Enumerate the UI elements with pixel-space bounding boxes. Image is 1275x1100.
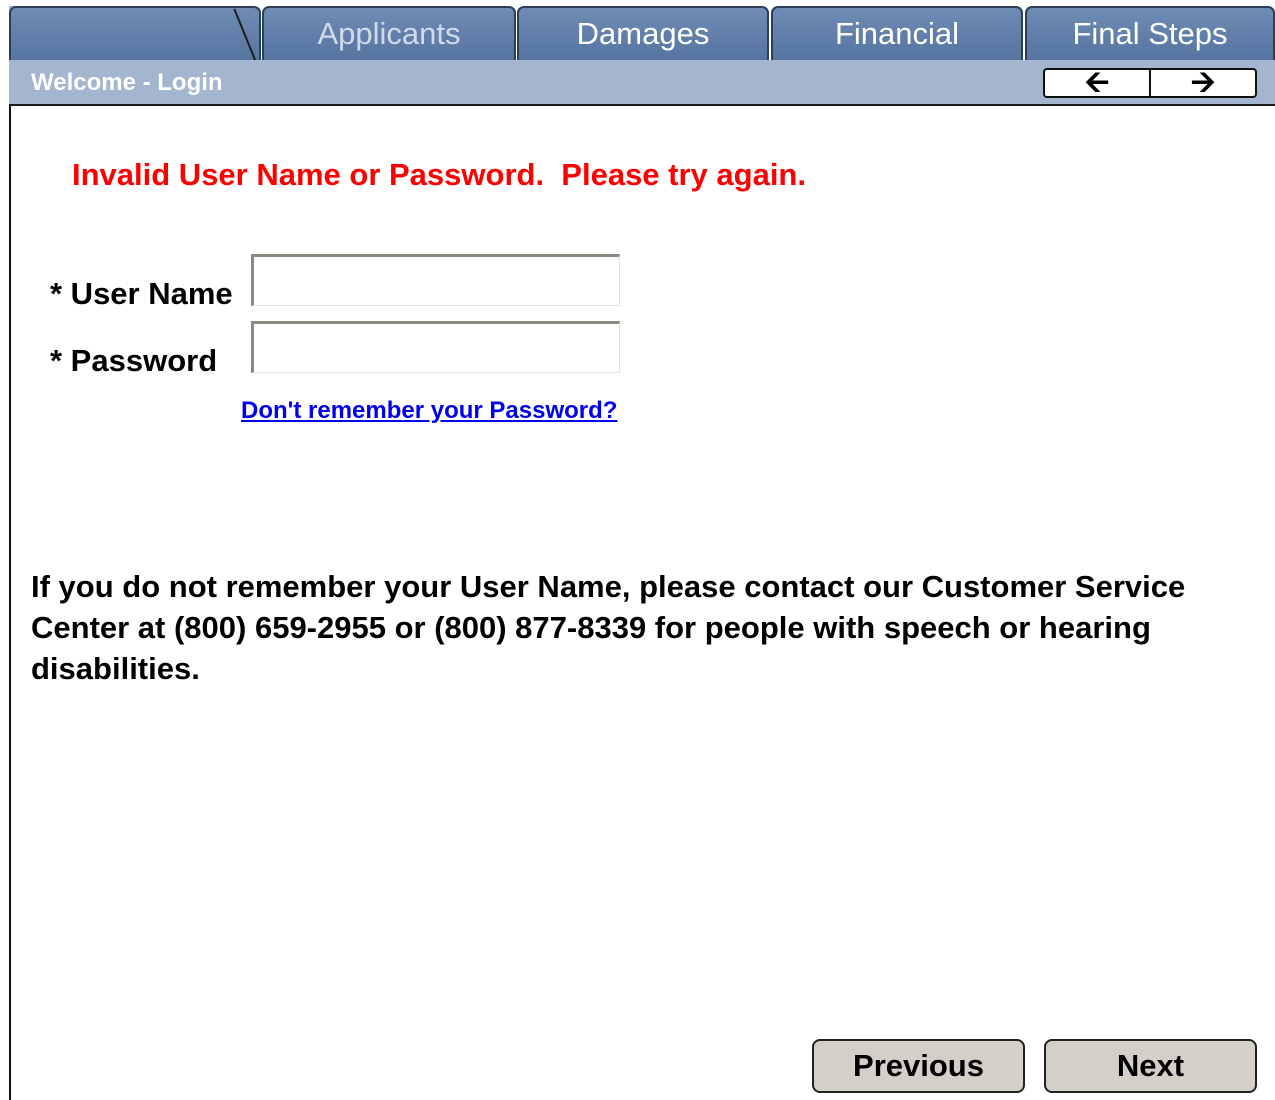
content-border <box>9 106 11 1100</box>
application-window: Welcome Applicants Damages Financial Fin… <box>0 0 1275 1100</box>
error-message: Invalid User Name or Password. Please tr… <box>72 157 806 192</box>
tab-applicants[interactable]: Applicants <box>262 6 516 60</box>
username-input[interactable] <box>251 254 620 306</box>
tab-damages[interactable]: Damages <box>517 6 769 60</box>
password-label: * Password <box>50 343 218 378</box>
forgot-password-link[interactable]: Don't remember your Password? <box>241 397 617 425</box>
right-arrow-icon[interactable]: 🡪 <box>1149 68 1255 98</box>
next-button[interactable]: Next <box>1044 1039 1257 1093</box>
tab-bar: Welcome Applicants Damages Financial Fin… <box>0 0 1275 62</box>
tab-final-steps[interactable]: Final Steps <box>1025 6 1275 60</box>
username-label: * User Name <box>50 276 233 311</box>
page-header: Welcome - Login 🡨 🡪 <box>9 60 1275 106</box>
tab-financial[interactable]: Financial <box>771 6 1023 60</box>
tab-welcome[interactable]: Welcome <box>9 6 259 60</box>
page-nav-arrows: 🡨 🡪 <box>1043 68 1257 98</box>
password-input[interactable] <box>251 321 620 373</box>
page-title: Welcome - Login <box>31 69 223 96</box>
previous-button[interactable]: Previous <box>812 1039 1025 1093</box>
help-text: If you do not remember your User Name, p… <box>31 569 1186 686</box>
left-arrow-icon[interactable]: 🡨 <box>1045 68 1149 98</box>
